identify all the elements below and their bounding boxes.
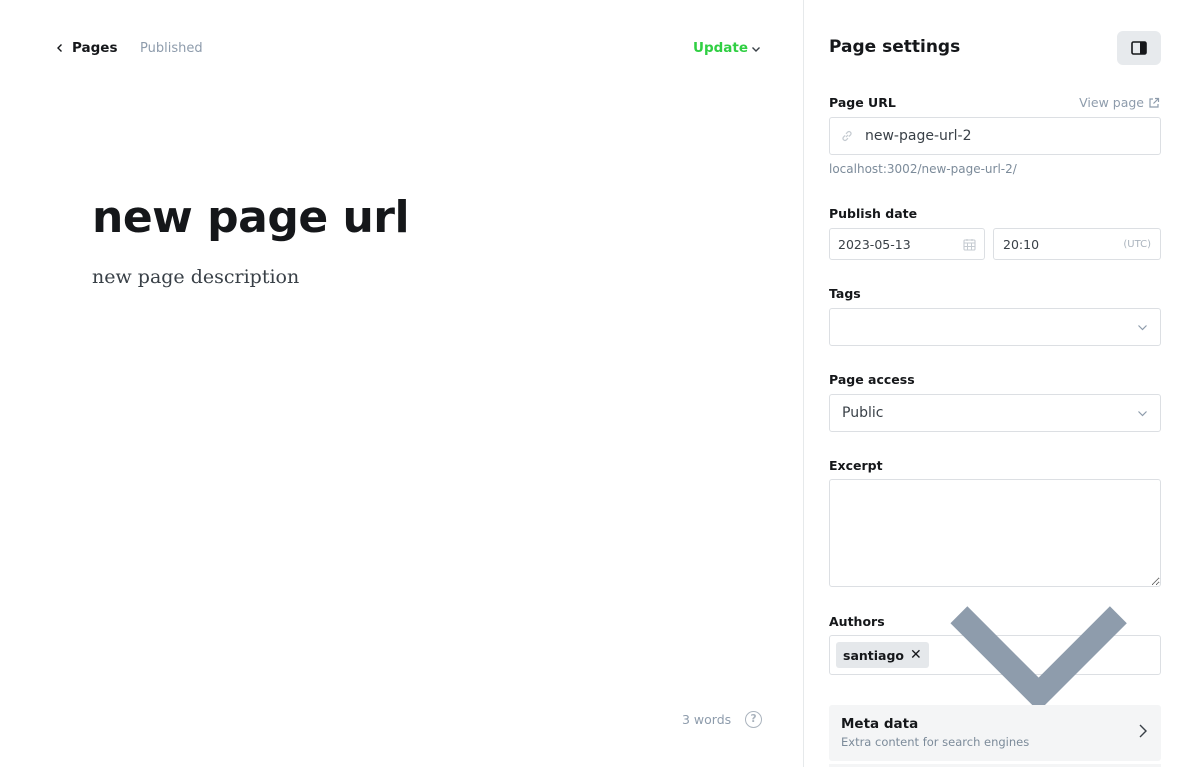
post-title[interactable]: new page url [92,190,410,246]
publish-time-value: 20:10 [1003,236,1040,252]
remove-author-icon[interactable]: ✕ [910,647,922,663]
page-url-label: Page URL [829,95,896,110]
sidebar-toggle-icon [1131,41,1147,55]
tags-select[interactable] [829,308,1161,346]
meta-data-row[interactable]: Meta data Extra content for search engin… [829,705,1161,761]
publish-date-label: Publish date [829,206,918,221]
link-icon [842,131,852,141]
author-chip: santiago ✕ [836,642,929,668]
post-status: Published [140,41,203,56]
settings-panel: Page settings Page URL View page localho… [803,0,1184,767]
back-label: Pages [72,40,118,56]
view-page-label: View page [1079,95,1144,110]
publish-date-value: 2023-05-13 [838,236,911,252]
meta-data-title: Meta data [841,716,919,732]
chevron-right-icon [1139,724,1147,738]
calendar-icon[interactable] [963,238,976,251]
back-to-pages-link[interactable]: Pages [55,40,118,56]
page-access-value: Public [842,405,884,421]
post-description[interactable]: new page description [92,266,299,288]
update-label: Update [693,40,749,56]
chevron-left-icon [57,44,62,52]
author-name: santiago [843,647,905,663]
help-icon[interactable]: ? [745,711,762,728]
chevron-down-icon [752,47,761,52]
timezone-label: (UTC) [1123,238,1151,250]
chevron-down-icon [1138,410,1147,416]
editor-topbar: Pages Published Update [0,0,803,98]
publish-date-input[interactable]: 2023-05-13 [829,228,985,260]
update-button[interactable]: Update [693,40,761,56]
authors-label: Authors [829,614,885,629]
authors-select[interactable]: santiago ✕ [829,606,1161,712]
view-page-link[interactable]: View page [1079,95,1160,110]
page-access-label: Page access [829,372,915,387]
page-url-preview: localhost:3002/new-page-url-2/ [829,162,1017,176]
chevron-down-icon [1138,324,1147,330]
excerpt-label: Excerpt [829,458,883,473]
external-link-icon [1149,97,1160,108]
tags-label: Tags [829,286,861,301]
publish-time-input[interactable]: 20:10 (UTC) [993,228,1161,260]
sidebar-toggle-button[interactable] [1117,31,1161,65]
panel-title: Page settings [829,37,961,57]
meta-data-subtitle: Extra content for search engines [841,735,1030,749]
page-access-select[interactable]: Public [829,394,1161,432]
word-count: 3 words [682,712,732,727]
editor-area: Pages Published Update new page url new … [0,0,803,767]
page-url-input[interactable] [865,128,1145,144]
page-url-field[interactable] [829,117,1161,155]
